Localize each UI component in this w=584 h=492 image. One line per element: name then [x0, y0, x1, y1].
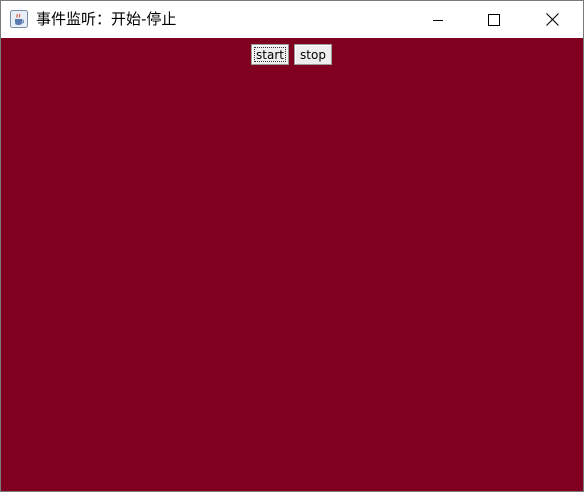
stop-button-label: stop — [300, 47, 326, 62]
minimize-icon — [433, 19, 443, 21]
title-bar[interactable]: 事件监听：开始-停止 — [1, 1, 583, 38]
minimize-button[interactable] — [415, 1, 461, 38]
content-panel: start stop — [1, 38, 583, 491]
maximize-button[interactable] — [471, 1, 517, 38]
close-button[interactable] — [529, 1, 575, 38]
stop-button[interactable]: stop — [294, 44, 332, 65]
application-window: 事件监听：开始-停止 start stop — [0, 0, 584, 492]
maximize-icon — [488, 13, 500, 26]
start-button[interactable]: start — [251, 44, 289, 65]
start-button-label: start — [256, 47, 284, 62]
java-coffee-cup-icon[interactable] — [10, 10, 28, 28]
window-title: 事件监听：开始-停止 — [36, 10, 177, 28]
close-icon — [545, 13, 559, 26]
